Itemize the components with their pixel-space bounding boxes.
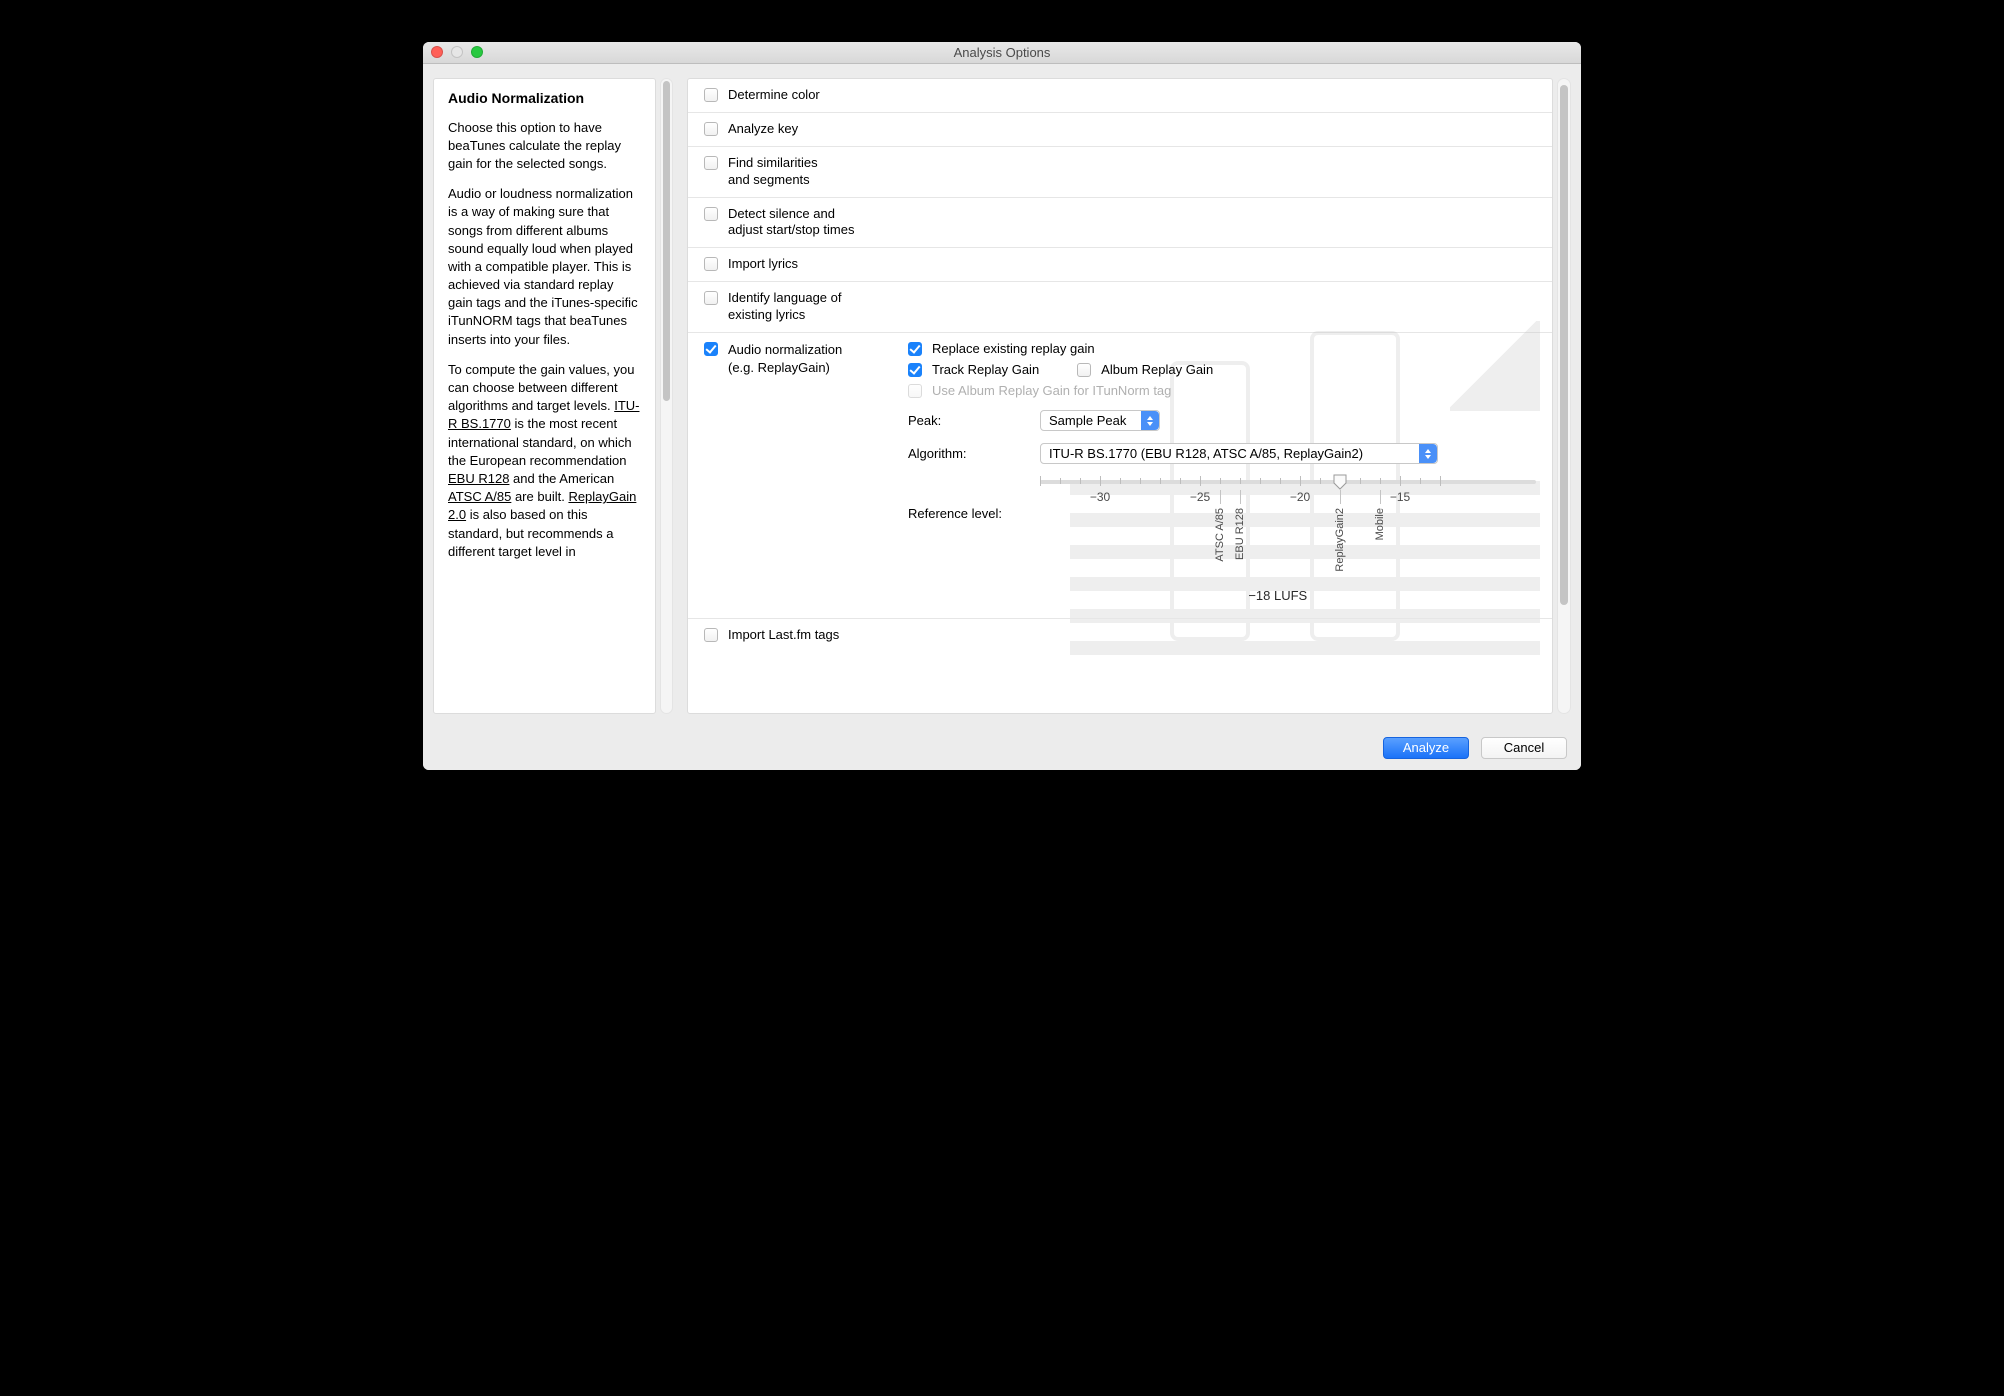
option-import-lyrics[interactable]: Import lyrics	[688, 248, 1552, 282]
window-title: Analysis Options	[954, 45, 1051, 60]
option-label: Analyze key	[728, 121, 798, 138]
option-label: Audio normalization (e.g. ReplayGain)	[728, 341, 842, 376]
checkbox[interactable]	[704, 122, 718, 136]
label-album-rg: Album Replay Gain	[1101, 362, 1213, 377]
help-paragraph: Choose this option to have beaTunes calc…	[448, 119, 641, 174]
reference-level-readout: −18 LUFS	[1248, 588, 1307, 603]
slider-tick-label: −25	[1190, 490, 1210, 504]
option-label: Import lyrics	[728, 256, 798, 273]
peak-label: Peak:	[908, 413, 1028, 428]
slider-marker-label: EBU R128	[1234, 508, 1246, 560]
checkbox-track-rg[interactable]	[908, 363, 922, 377]
slider-tick-label: −15	[1390, 490, 1410, 504]
checkbox[interactable]	[704, 207, 718, 221]
peak-value: Sample Peak	[1049, 413, 1126, 428]
slider-thumb[interactable]	[1333, 474, 1347, 490]
reference-level-slider[interactable]: −18 LUFS −30 −25 −20 −15 ATSC A/85 EBU R128 Re…	[1040, 474, 1536, 604]
help-sidebar: Audio Normalization Choose this option t…	[423, 64, 683, 724]
slider-tick-label: −30	[1090, 490, 1110, 504]
option-label: Determine color	[728, 87, 820, 104]
slider-marker-label: ReplayGain2	[1334, 508, 1346, 572]
link-atsc[interactable]: ATSC A/85	[448, 489, 511, 504]
dialog-window: Analysis Options Audio Normalization Cho…	[423, 42, 1581, 770]
checkbox[interactable]	[704, 156, 718, 170]
label-use-album-itunnorm: Use Album Replay Gain for ITunNorm tag	[932, 383, 1171, 398]
label-replace-existing: Replace existing replay gain	[932, 341, 1095, 356]
option-label: Detect silence and adjust start/stop tim…	[728, 206, 854, 240]
checkbox[interactable]	[704, 342, 718, 356]
option-import-lastfm[interactable]: Import Last.fm tags	[688, 619, 1552, 652]
peak-select[interactable]: Sample Peak	[1040, 410, 1160, 431]
checkbox-use-album-itunnorm	[908, 384, 922, 398]
help-paragraph: Audio or loudness normalization is a way…	[448, 185, 641, 349]
checkbox[interactable]	[704, 257, 718, 271]
label-track-rg: Track Replay Gain	[932, 362, 1039, 377]
select-stepper-icon	[1141, 411, 1159, 430]
algorithm-value: ITU-R BS.1770 (EBU R128, ATSC A/85, Repl…	[1049, 446, 1363, 461]
option-detect-silence[interactable]: Detect silence and adjust start/stop tim…	[688, 198, 1552, 249]
link-ebu[interactable]: EBU R128	[448, 471, 509, 486]
scrollbar-thumb[interactable]	[663, 81, 670, 401]
checkbox[interactable]	[704, 628, 718, 642]
option-find-similarities[interactable]: Find similarities and segments	[688, 147, 1552, 198]
titlebar: Analysis Options	[423, 42, 1581, 64]
option-determine-color[interactable]: Determine color	[688, 79, 1552, 113]
options-panel: Determine color Analyze key Find similar…	[683, 64, 1581, 724]
options-scrollbar[interactable]	[1557, 78, 1571, 714]
scrollbar-thumb[interactable]	[1560, 85, 1568, 605]
option-label: Identify language of existing lyrics	[728, 290, 841, 324]
help-content: Audio Normalization Choose this option t…	[433, 78, 656, 714]
dialog-footer: Analyze Cancel	[423, 724, 1581, 770]
minimize-icon	[451, 46, 463, 58]
help-scrollbar[interactable]	[660, 78, 673, 714]
traffic-lights	[431, 46, 483, 58]
checkbox-replace-existing[interactable]	[908, 342, 922, 356]
option-audio-normalization: Audio normalization (e.g. ReplayGain) Re…	[688, 333, 1552, 619]
algorithm-label: Algorithm:	[908, 446, 1028, 461]
reference-level-label: Reference level:	[908, 474, 1028, 604]
slider-tick-label: −20	[1290, 490, 1310, 504]
slider-marker-label: Mobile	[1374, 508, 1386, 540]
zoom-icon[interactable]	[471, 46, 483, 58]
algorithm-select[interactable]: ITU-R BS.1770 (EBU R128, ATSC A/85, Repl…	[1040, 443, 1438, 464]
cancel-button[interactable]: Cancel	[1481, 737, 1567, 759]
close-icon[interactable]	[431, 46, 443, 58]
option-analyze-key[interactable]: Analyze key	[688, 113, 1552, 147]
checkbox[interactable]	[704, 88, 718, 102]
option-label: Find similarities and segments	[728, 155, 818, 189]
checkbox[interactable]	[704, 291, 718, 305]
checkbox-album-rg[interactable]	[1077, 363, 1091, 377]
analyze-button[interactable]: Analyze	[1383, 737, 1469, 759]
option-label: Import Last.fm tags	[728, 627, 839, 644]
options-list: Determine color Analyze key Find similar…	[687, 78, 1553, 714]
option-identify-language[interactable]: Identify language of existing lyrics	[688, 282, 1552, 333]
help-paragraph: To compute the gain values, you can choo…	[448, 361, 641, 561]
slider-marker-label: ATSC A/85	[1214, 508, 1226, 562]
help-heading: Audio Normalization	[448, 89, 641, 109]
select-stepper-icon	[1419, 444, 1437, 463]
